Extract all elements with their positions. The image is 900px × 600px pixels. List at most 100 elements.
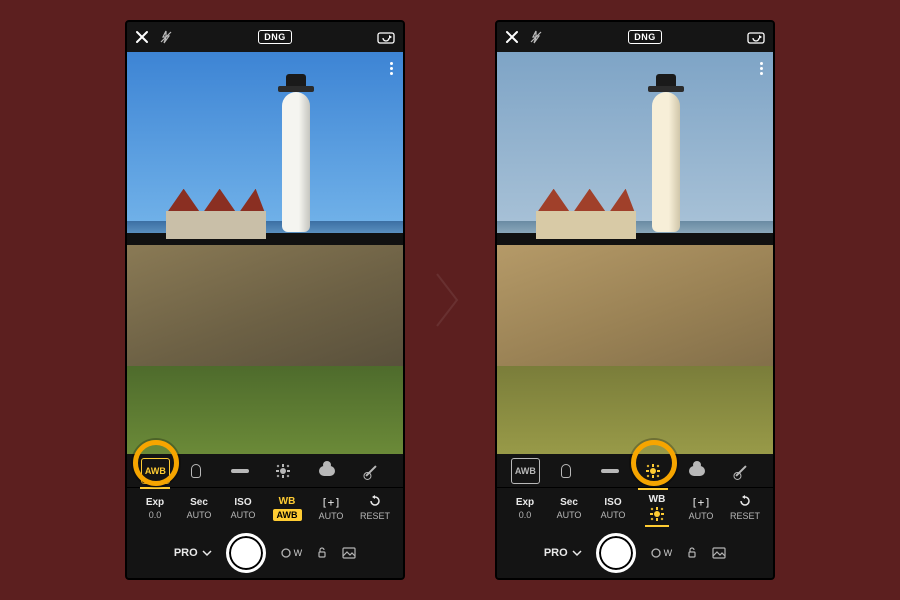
ae-lock-toggle[interactable] <box>686 547 698 559</box>
setting-shutter[interactable]: Sec AUTO <box>550 497 588 520</box>
ae-lock-toggle[interactable] <box>316 547 328 559</box>
unlock-icon <box>316 547 328 559</box>
format-badge[interactable]: DNG <box>628 30 662 44</box>
mode-label: PRO <box>174 547 198 559</box>
cloud-icon <box>319 466 335 476</box>
wb-preset-fluorescent[interactable] <box>222 458 258 484</box>
setting-value: RESET <box>730 511 760 521</box>
cloud-icon <box>689 466 705 476</box>
fluorescent-icon <box>231 469 249 473</box>
setting-exposure[interactable]: Exp 0.0 <box>506 497 544 520</box>
sun-icon <box>276 464 290 478</box>
setting-label: ISO <box>234 497 251 508</box>
shutter-button[interactable] <box>226 533 266 573</box>
more-options-icon[interactable] <box>386 58 397 79</box>
gallery-icon <box>342 547 356 559</box>
pro-settings-row: Exp 0.0 Sec AUTO ISO AUTO WB <box>497 488 773 528</box>
wb-preset-fluorescent[interactable] <box>592 458 628 484</box>
setting-label: Exp <box>516 497 534 508</box>
setting-label: WB <box>649 494 666 505</box>
house-graphic <box>166 189 266 239</box>
wb-preset-incandescent[interactable] <box>548 458 584 484</box>
setting-iso[interactable]: ISO AUTO <box>594 497 632 520</box>
setting-value: AUTO <box>187 510 212 520</box>
close-icon[interactable] <box>135 30 149 44</box>
lens-toggle[interactable]: W <box>280 547 303 559</box>
camera-viewfinder[interactable] <box>497 52 773 454</box>
switch-camera-icon[interactable] <box>377 30 395 44</box>
setting-iso[interactable]: ISO AUTO <box>224 497 262 520</box>
wb-preset-cloudy[interactable] <box>679 458 715 484</box>
lighthouse-graphic <box>652 92 680 232</box>
controls-panel: AWB Exp 0.0 Sec AUTO ISO <box>497 454 773 578</box>
comparison-stage: DNG AWB <box>0 0 900 600</box>
close-icon[interactable] <box>505 30 519 44</box>
setting-shutter[interactable]: Sec AUTO <box>180 497 218 520</box>
wb-preset-daylight[interactable] <box>635 458 671 484</box>
eyedropper-icon <box>365 465 376 476</box>
mode-selector[interactable]: PRO <box>174 547 212 559</box>
wb-preset-custom[interactable] <box>723 458 759 484</box>
mode-label: PRO <box>544 547 568 559</box>
setting-label: ISO <box>604 497 621 508</box>
wb-preset-row: AWB <box>497 454 773 488</box>
wb-preset-incandescent[interactable] <box>178 458 214 484</box>
gallery-icon <box>712 547 726 559</box>
flash-off-icon[interactable] <box>529 30 543 44</box>
reset-icon <box>368 495 382 509</box>
phone-screen-after: DNG AWB <box>495 20 775 580</box>
wb-preset-awb[interactable]: AWB <box>511 458 540 484</box>
setting-reset[interactable]: RESET <box>356 495 394 521</box>
setting-value: AUTO <box>689 511 714 521</box>
shutter-row: PRO W <box>127 528 403 578</box>
house-graphic <box>536 189 636 239</box>
more-options-icon[interactable] <box>756 58 767 79</box>
bracket-icon: [+] <box>321 496 341 509</box>
sun-icon <box>646 464 660 478</box>
setting-label: Sec <box>560 497 578 508</box>
setting-label: WB <box>279 496 296 507</box>
flash-off-icon[interactable] <box>159 30 173 44</box>
setting-exposure[interactable]: Exp 0.0 <box>136 497 174 520</box>
chevron-down-icon <box>202 549 212 557</box>
camera-viewfinder[interactable] <box>127 52 403 454</box>
camera-topbar: DNG <box>497 22 773 52</box>
setting-value: AUTO <box>231 510 256 520</box>
reset-icon <box>738 495 752 509</box>
wb-preset-row: AWB <box>127 454 403 488</box>
lens-label: W <box>294 548 303 558</box>
incandescent-icon <box>191 464 201 478</box>
setting-white-balance[interactable]: WB <box>638 494 676 523</box>
mode-selector[interactable]: PRO <box>544 547 582 559</box>
lens-icon <box>650 547 662 559</box>
shutter-button[interactable] <box>596 533 636 573</box>
switch-camera-icon[interactable] <box>747 30 765 44</box>
setting-value: AWB <box>273 509 302 521</box>
setting-value: 0.0 <box>519 510 532 520</box>
setting-exp-comp[interactable]: [+] AUTO <box>312 496 350 521</box>
pro-settings-row: Exp 0.0 Sec AUTO ISO AUTO WB AWB [+] A <box>127 488 403 528</box>
sun-icon <box>650 507 664 523</box>
camera-topbar: DNG <box>127 22 403 52</box>
last-photo-thumbnail[interactable] <box>712 547 726 559</box>
lens-toggle[interactable]: W <box>650 547 673 559</box>
format-badge[interactable]: DNG <box>258 30 292 44</box>
setting-label: Exp <box>146 497 164 508</box>
transition-arrow-icon <box>433 270 467 330</box>
setting-reset[interactable]: RESET <box>726 495 764 521</box>
setting-value: 0.0 <box>149 510 162 520</box>
wb-preset-daylight[interactable] <box>265 458 301 484</box>
setting-exp-comp[interactable]: [+] AUTO <box>682 496 720 521</box>
setting-white-balance[interactable]: WB AWB <box>268 496 306 521</box>
setting-value: AUTO <box>557 510 582 520</box>
lens-icon <box>280 547 292 559</box>
wb-preset-awb[interactable]: AWB <box>141 458 170 484</box>
preview-scene <box>497 52 773 454</box>
incandescent-icon <box>561 464 571 478</box>
shutter-row: PRO W <box>497 528 773 578</box>
chevron-down-icon <box>572 549 582 557</box>
last-photo-thumbnail[interactable] <box>342 547 356 559</box>
wb-preset-custom[interactable] <box>353 458 389 484</box>
wb-preset-cloudy[interactable] <box>309 458 345 484</box>
unlock-icon <box>686 547 698 559</box>
